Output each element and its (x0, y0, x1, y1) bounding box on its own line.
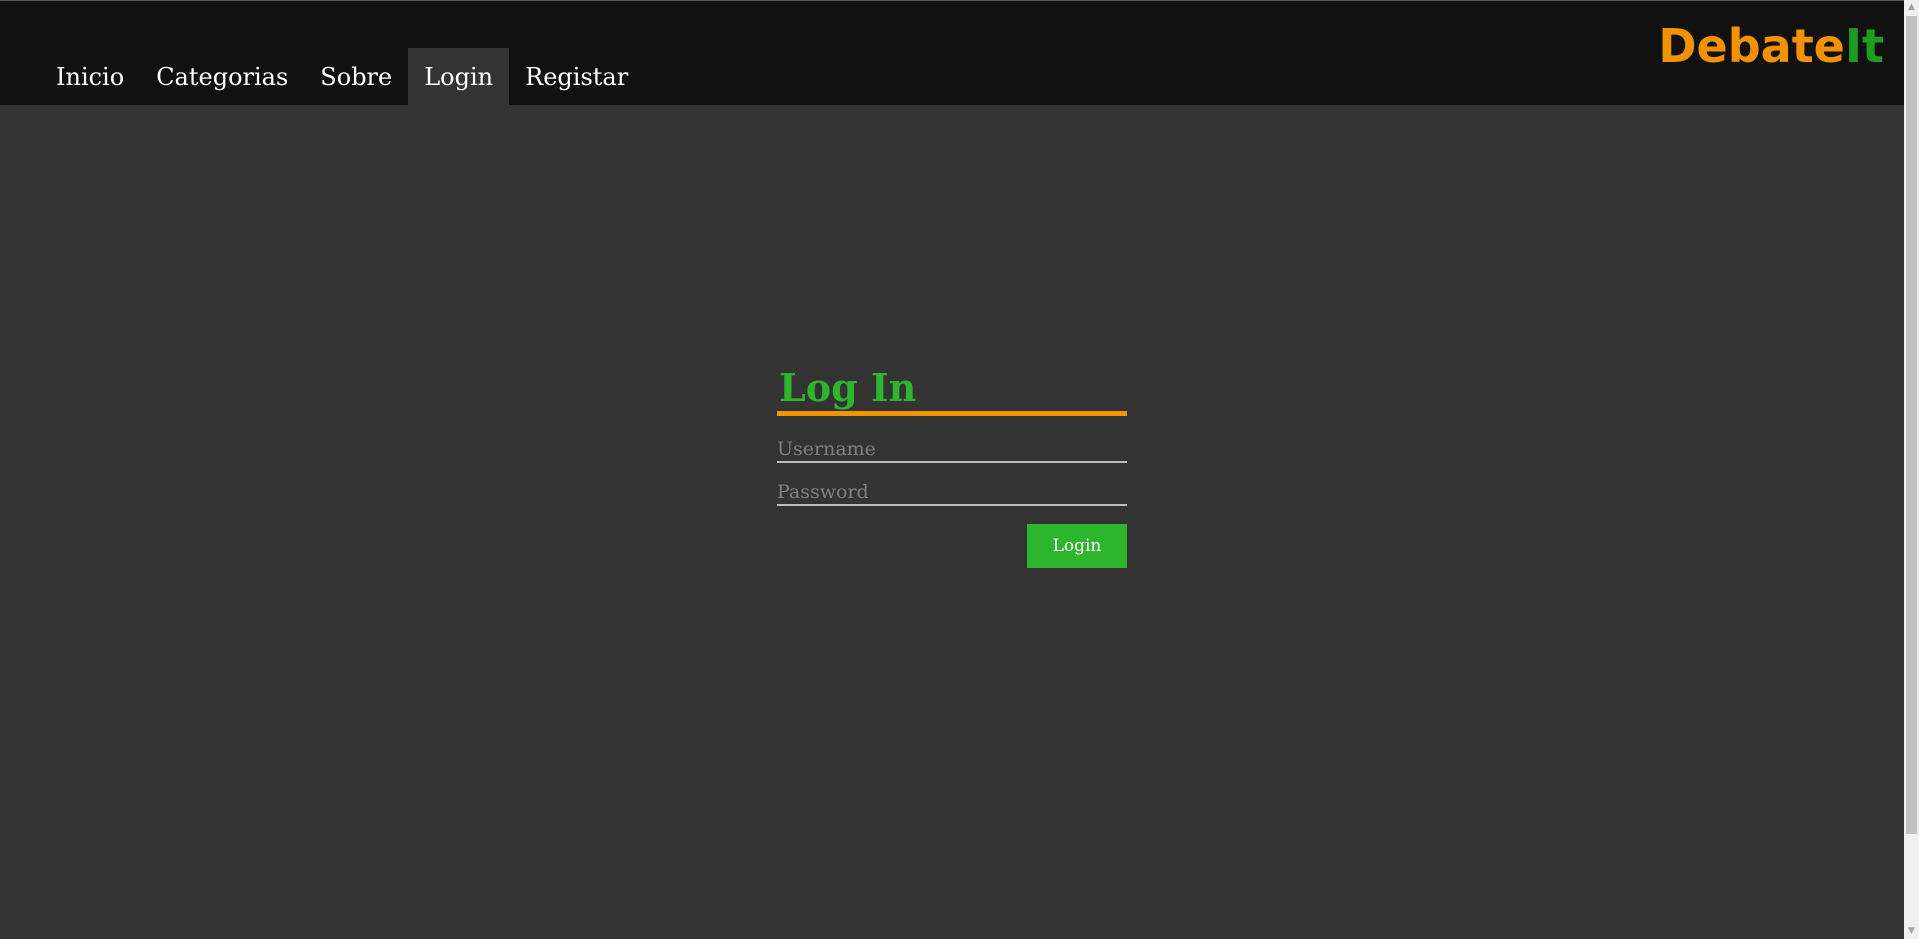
login-title: Log In (779, 365, 917, 410)
header: Inicio Categorias Sobre Login Registar D… (0, 1, 1904, 105)
scroll-thumb[interactable] (1906, 16, 1917, 834)
logo-part-debate: Debate (1658, 19, 1845, 73)
title-underline (777, 410, 1127, 416)
page: Inicio Categorias Sobre Login Registar D… (0, 0, 1919, 939)
nav-item-registar[interactable]: Registar (509, 48, 644, 105)
login-form: Log In Login (777, 365, 1127, 568)
main-nav: Inicio Categorias Sobre Login Registar (40, 48, 644, 105)
logo[interactable]: DebateIt (1658, 23, 1884, 69)
password-input[interactable] (777, 480, 1127, 506)
arrow-up-icon[interactable]: ▲ (1904, 0, 1919, 15)
nav-item-categorias[interactable]: Categorias (140, 48, 304, 105)
login-button[interactable]: Login (1027, 523, 1127, 568)
nav-item-sobre[interactable]: Sobre (304, 48, 408, 105)
username-input[interactable] (777, 437, 1127, 463)
button-row: Login (777, 523, 1127, 568)
nav-item-inicio[interactable]: Inicio (40, 48, 140, 105)
logo-part-it: It (1844, 19, 1884, 73)
arrow-down-icon[interactable]: ▼ (1904, 924, 1919, 939)
vertical-scrollbar[interactable]: ▲ ▼ (1904, 0, 1919, 939)
nav-item-login[interactable]: Login (408, 48, 510, 105)
